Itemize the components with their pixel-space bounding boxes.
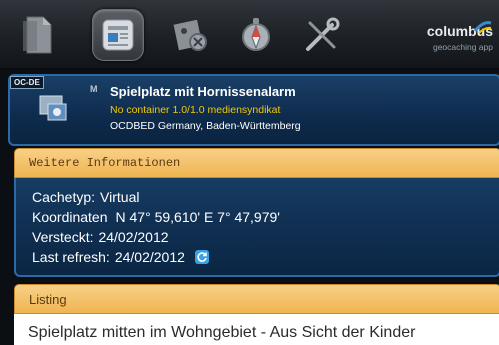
section-header-listing[interactable]: Listing (14, 284, 499, 314)
cache-title: Spielplatz mit Hornissenalarm (110, 84, 296, 99)
info-label: Koordinaten (32, 209, 108, 225)
brand-subtitle: geocaching app (432, 42, 493, 52)
top-toolbar: columbus geocaching app (0, 0, 499, 70)
info-row-hidden: Versteckt: 24/02/2012 (32, 227, 499, 247)
toolbar-button-cache-details[interactable] (92, 9, 144, 61)
toolbar-button-compass[interactable] (230, 9, 282, 61)
info-row-last-refresh: Last refresh: 24/02/2012 (32, 247, 499, 267)
settings-tools-icon (306, 17, 340, 51)
source-badge: OC-DE (10, 76, 44, 89)
listing-description: Spielplatz mitten im Wohngebiet - Aus Si… (28, 324, 416, 341)
document-icon (23, 16, 52, 54)
info-value: N 47° 59,610' E 7° 47,979' (115, 209, 280, 225)
toolbar-button-documents[interactable] (12, 9, 64, 61)
info-label: Cachetyp: (32, 189, 96, 205)
map-tools-icon (173, 19, 207, 51)
section-title-info: Weitere Informationen (29, 156, 181, 170)
virtual-cache-icon (39, 95, 67, 121)
info-value: Virtual (100, 189, 140, 205)
cache-details-icon (102, 19, 134, 51)
cache-details: No container 1.0/1.0 mediensyndikat (110, 104, 281, 116)
compass-icon (242, 18, 270, 51)
info-value: 24/02/2012 (114, 249, 185, 265)
section-title-listing: Listing (29, 291, 67, 307)
brand-logo: columbus geocaching app (401, 13, 493, 57)
info-label: Last refresh: (32, 249, 110, 265)
columbus-logo-icon (473, 21, 492, 34)
refresh-icon[interactable] (194, 250, 209, 264)
listing-text: Spielplatz mitten im Wohngebiet - Aus Si… (14, 314, 499, 345)
info-panel: Cachetyp: Virtual Koordinaten N 47° 59,610… (14, 178, 499, 277)
cache-header-panel: OC-DE M Spielplatz mit Hornissenalarm No… (8, 74, 499, 146)
info-row-coordinates: Koordinaten N 47° 59,610' E 7° 47,979' (32, 207, 499, 227)
maintenance-marker: M (90, 84, 98, 94)
toolbar-button-map-tools[interactable] (165, 9, 217, 61)
info-row-type: Cachetyp: Virtual (32, 187, 499, 207)
info-value: 24/02/2012 (98, 229, 169, 245)
cache-location: OCDBED Germany, Baden-Württemberg (110, 120, 301, 132)
section-header-info[interactable]: Weitere Informationen (14, 148, 499, 178)
toolbar-button-settings[interactable] (296, 9, 348, 61)
info-label: Versteckt: (32, 229, 94, 245)
